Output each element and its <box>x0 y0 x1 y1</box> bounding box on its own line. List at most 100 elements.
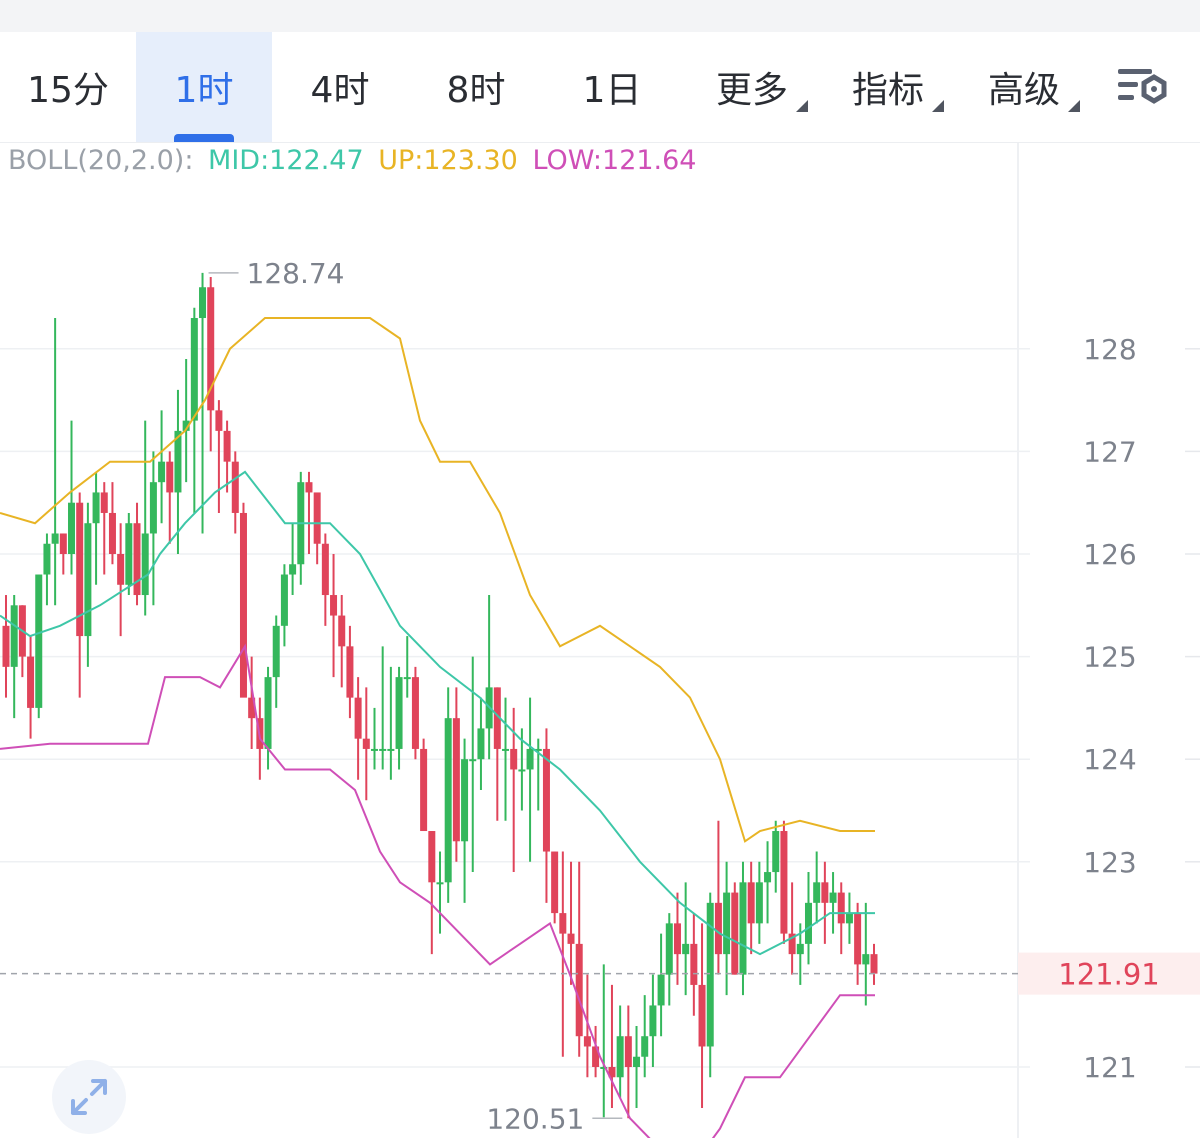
candle <box>764 841 772 924</box>
candle-body <box>199 287 207 319</box>
candle <box>10 595 18 719</box>
candle <box>305 471 313 554</box>
candle-body <box>772 831 780 873</box>
candle <box>18 605 26 678</box>
candle <box>289 523 297 596</box>
candle-body <box>321 543 329 596</box>
candle-body <box>526 748 534 770</box>
candle-body <box>100 492 108 513</box>
tab-more[interactable]: 更多 <box>694 32 810 142</box>
tab-label: 高级 <box>987 70 1060 111</box>
candle <box>477 697 485 790</box>
candle <box>411 666 419 760</box>
candle <box>641 995 649 1078</box>
candle-body <box>461 759 469 842</box>
chart-settings-icon <box>1118 69 1167 104</box>
candle-body <box>346 646 354 698</box>
candle <box>362 687 370 801</box>
candle <box>567 861 575 985</box>
candle-body <box>821 882 829 903</box>
tab-1day[interactable]: 1日 <box>544 32 680 142</box>
candle-body <box>583 1036 591 1047</box>
candle <box>665 913 673 1006</box>
candle <box>755 861 763 944</box>
candle <box>84 502 92 667</box>
candle <box>92 471 100 585</box>
candle-body <box>239 512 247 698</box>
candle <box>461 738 469 903</box>
candle-body <box>43 543 51 575</box>
candle <box>624 1005 632 1119</box>
tab-label: 1时 <box>174 70 234 111</box>
tab-15min[interactable]: 15分 <box>0 32 136 142</box>
candle-body <box>231 461 239 513</box>
candle <box>158 410 166 524</box>
candle-body <box>829 892 837 903</box>
expand-chart-button[interactable] <box>52 1060 126 1134</box>
candle <box>2 595 10 698</box>
dropdown-caret-icon <box>796 100 808 112</box>
candle <box>690 913 698 1016</box>
candle-body <box>452 718 460 842</box>
expand-arrows-icon <box>71 1079 107 1115</box>
candle <box>845 892 853 944</box>
tab-label: 指标 <box>851 70 924 111</box>
y-tick-label: 125 <box>1083 641 1136 674</box>
candle <box>27 636 35 739</box>
candle <box>338 595 346 688</box>
candle <box>862 902 870 1006</box>
candle-body <box>870 954 878 974</box>
candle-body <box>428 831 436 883</box>
tab-label: 更多 <box>715 70 788 111</box>
candle-body <box>354 697 362 739</box>
y-tick-label: 127 <box>1083 435 1136 468</box>
candle-body <box>313 492 321 544</box>
candle <box>682 882 690 996</box>
tab-indicators[interactable]: 指标 <box>830 32 946 142</box>
candle <box>780 820 788 944</box>
candle <box>493 687 501 821</box>
candle <box>854 902 862 985</box>
candle <box>239 502 247 698</box>
candle-body <box>624 1036 632 1067</box>
candle-body <box>51 533 59 544</box>
candle <box>583 974 591 1078</box>
candle <box>264 666 272 770</box>
candle <box>673 892 681 985</box>
candle-body <box>862 954 870 965</box>
candle <box>723 861 731 996</box>
dropdown-caret-icon <box>1068 100 1080 112</box>
candle <box>436 851 444 934</box>
candle <box>706 892 714 1078</box>
min-price-label: 120.51 <box>486 1102 584 1135</box>
candle <box>330 554 338 678</box>
candle <box>395 666 403 770</box>
candle-body <box>542 748 550 852</box>
candle-body <box>420 748 428 832</box>
candle <box>125 512 133 596</box>
candle-body <box>731 892 739 975</box>
active-tab-indicator <box>174 134 234 142</box>
tab-1hour[interactable]: 1时 <box>136 32 272 142</box>
tab-advanced[interactable]: 高级 <box>966 32 1082 142</box>
candle-body <box>68 502 76 554</box>
candle-body <box>755 882 763 924</box>
chart-settings-button[interactable] <box>1112 32 1176 142</box>
candle <box>141 420 149 616</box>
candle-body <box>10 605 18 667</box>
candle <box>600 964 608 1118</box>
tab-8hour[interactable]: 8时 <box>408 32 544 142</box>
candle-body <box>125 523 133 585</box>
status-band <box>0 0 1200 32</box>
current-price-label: 121.91 <box>1058 958 1159 992</box>
candle <box>649 974 657 1067</box>
candle <box>346 625 354 719</box>
candle <box>354 677 362 780</box>
tab-4hour[interactable]: 4时 <box>272 32 408 142</box>
candlestick-chart[interactable]: 121 123 124 125 126 127 128 121.91 128.74 120.51 <box>0 143 1200 1138</box>
candle-body <box>59 533 67 554</box>
candle <box>166 451 174 544</box>
candle <box>837 882 845 955</box>
candle-body <box>747 882 755 924</box>
candle-body <box>338 615 346 647</box>
